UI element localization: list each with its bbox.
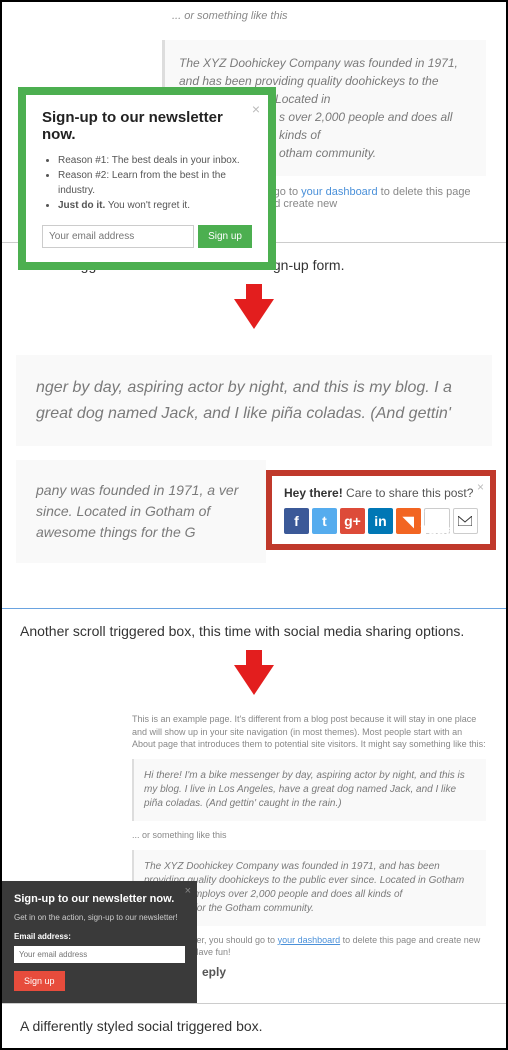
share-text: Hey there! Care to share this post? bbox=[284, 486, 478, 500]
email-label: Email address: bbox=[14, 932, 185, 941]
close-icon[interactable]: × bbox=[185, 885, 191, 897]
section-1: ... or something like this The XYZ Doohi… bbox=[2, 2, 506, 242]
close-icon[interactable]: × bbox=[252, 101, 260, 117]
googleplus-icon[interactable]: g+ bbox=[340, 508, 365, 534]
signup-form: Sign up bbox=[42, 225, 252, 248]
facebook-icon[interactable]: f bbox=[284, 508, 309, 534]
bg-text-or: ... or something like this bbox=[132, 829, 486, 842]
email-input[interactable] bbox=[42, 225, 194, 248]
section-3: This is an example page. It's different … bbox=[2, 713, 506, 1003]
bg-text-1: ... or something like this bbox=[152, 2, 506, 30]
popup-title: Sign-up to our newsletter now. bbox=[42, 109, 252, 143]
share-icons: f t g+ in ◥ You Tube bbox=[284, 508, 478, 534]
caption-2: Another scroll triggered box, this time … bbox=[2, 609, 506, 653]
arrow-down-icon bbox=[234, 665, 274, 695]
bullet-1: Reason #1: The best deals in your inbox. bbox=[58, 153, 252, 168]
arrow-2 bbox=[2, 653, 506, 707]
popup-title-dark: Sign-up to our newsletter now. bbox=[14, 893, 185, 905]
section-2: nger by day, aspiring actor by night, an… bbox=[2, 355, 506, 609]
newsletter-popup-dark: × Sign-up to our newsletter now. Get in … bbox=[2, 881, 197, 1003]
dashboard-link[interactable]: your dashboard bbox=[301, 186, 377, 198]
caption-3: A differently styled social triggered bo… bbox=[2, 1003, 506, 1048]
email-icon[interactable] bbox=[453, 508, 478, 534]
arrow-down-icon bbox=[234, 299, 274, 329]
intro-paragraph: This is an example page. It's different … bbox=[132, 713, 486, 751]
quote-big-1: nger by day, aspiring actor by night, an… bbox=[16, 355, 492, 446]
youtube-icon[interactable]: You Tube bbox=[424, 508, 450, 534]
arrow-1 bbox=[2, 287, 506, 341]
linkedin-icon[interactable]: in bbox=[368, 508, 393, 534]
signup-button[interactable]: Sign up bbox=[198, 225, 252, 248]
email-input-dark[interactable] bbox=[14, 946, 185, 963]
dashboard-link-2[interactable]: your dashboard bbox=[278, 935, 341, 945]
reply-label: eply bbox=[202, 965, 486, 979]
share-popup-red: × Hey there! Care to share this post? f … bbox=[266, 470, 496, 550]
quote-box-sm-1: Hi there! I'm a bike messenger by day, a… bbox=[132, 759, 486, 821]
bg-partial-quote: pany was founded in 1971, a ver since. L… bbox=[16, 460, 266, 563]
popup-bullets: Reason #1: The best deals in your inbox.… bbox=[58, 153, 252, 213]
share-wrap: pany was founded in 1971, a ver since. L… bbox=[2, 460, 506, 600]
signup-button-dark[interactable]: Sign up bbox=[14, 971, 65, 991]
popup-subtext: Get in on the action, sign-up to our new… bbox=[14, 913, 185, 922]
twitter-icon[interactable]: t bbox=[312, 508, 337, 534]
divider bbox=[2, 608, 506, 609]
rss-icon[interactable]: ◥ bbox=[396, 508, 421, 534]
bullet-2: Reason #2: Learn from the best in the in… bbox=[58, 168, 252, 198]
close-icon[interactable]: × bbox=[477, 480, 484, 494]
bullet-3: Just do it. You won't regret it. bbox=[58, 198, 252, 213]
newsletter-popup-green: × Sign-up to our newsletter now. Reason … bbox=[18, 87, 276, 270]
